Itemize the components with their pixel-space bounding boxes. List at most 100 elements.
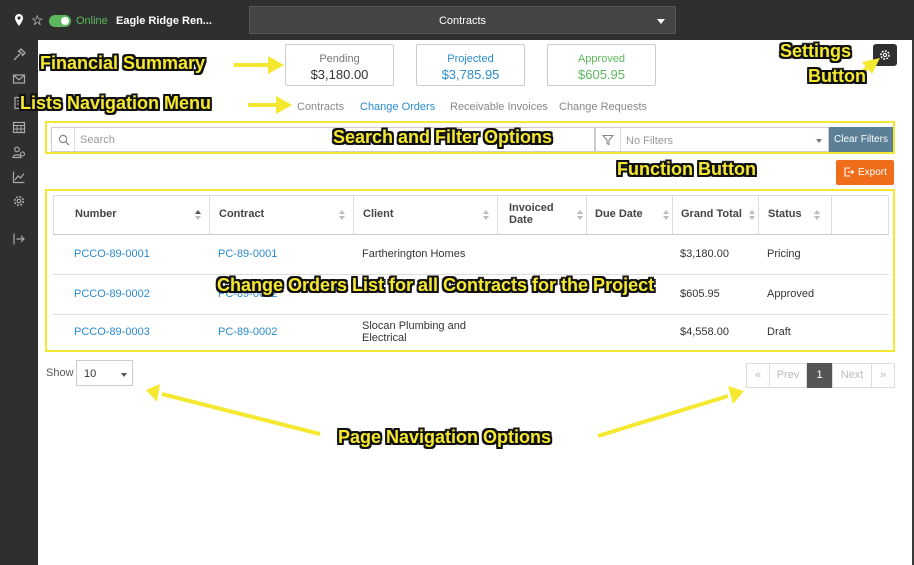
- header-divider: [497, 196, 498, 234]
- table-row[interactable]: PCCO-89-0001 PC-89-0001 Fartherington Ho…: [53, 235, 889, 275]
- next-page-button[interactable]: Next: [832, 363, 872, 388]
- page-1-button[interactable]: 1: [807, 363, 832, 388]
- annotation-settings-line2: Button: [808, 66, 866, 86]
- header-client[interactable]: Client: [363, 196, 499, 234]
- projected-card: Projected $3,785.95: [416, 44, 525, 86]
- hammer-icon[interactable]: [12, 48, 26, 62]
- pending-label: Pending: [319, 53, 360, 65]
- row-client: Fartherington Homes: [362, 248, 466, 260]
- sidebar: [0, 40, 38, 565]
- logout-icon[interactable]: [12, 232, 26, 246]
- tab-receivable-invoices[interactable]: Receivable Invoices: [450, 101, 548, 113]
- row-status: Approved: [767, 288, 815, 300]
- chevron-down-icon: [816, 139, 822, 143]
- tab-change-requests[interactable]: Change Requests: [559, 101, 647, 113]
- row-grand-total: $605.95: [680, 288, 720, 300]
- first-page-button[interactable]: «: [746, 363, 770, 388]
- row-number[interactable]: PCCO-89-0001: [74, 248, 150, 260]
- approved-value: $605.95: [578, 67, 625, 82]
- last-page-button[interactable]: »: [871, 363, 895, 388]
- annotation-function-button: Function Button: [617, 159, 756, 179]
- page-size-select[interactable]: 10: [76, 360, 133, 386]
- online-toggle[interactable]: [49, 15, 71, 27]
- sort-icon: [577, 210, 583, 220]
- annotation-page-nav: Page Navigation Options: [338, 427, 552, 447]
- header-label: Invoiced Date: [509, 202, 554, 226]
- header-grand-total[interactable]: Grand Total: [681, 196, 761, 234]
- filter-select[interactable]: No Filters: [595, 127, 829, 152]
- annotation-search-filter: Search and Filter Options: [333, 127, 553, 147]
- row-status: Draft: [767, 326, 791, 338]
- annotation-financial-summary: Financial Summary: [40, 53, 206, 73]
- sort-icon: [483, 210, 489, 220]
- table-header: Number Contract Client Invoiced Date Due…: [53, 195, 889, 235]
- row-number[interactable]: PCCO-89-0002: [74, 288, 150, 300]
- header-label: Grand Total: [681, 208, 742, 220]
- header-label: Status: [768, 208, 802, 220]
- header-divider: [758, 196, 759, 234]
- page-size-value: 10: [84, 368, 97, 380]
- sort-icon: [663, 210, 669, 220]
- row-grand-total: $3,180.00: [680, 248, 729, 260]
- row-number[interactable]: PCCO-89-0003: [74, 326, 150, 338]
- star-icon[interactable]: ☆: [31, 12, 44, 29]
- approved-card: Approved $605.95: [547, 44, 656, 86]
- filter-label: No Filters: [626, 135, 674, 147]
- settings-button[interactable]: [873, 44, 897, 66]
- row-contract[interactable]: PC-89-0001: [218, 248, 277, 260]
- annotation-lists-nav: Lists Navigation Menu: [20, 93, 212, 113]
- projected-label: Projected: [447, 53, 494, 65]
- users-icon[interactable]: [12, 145, 26, 159]
- header-number[interactable]: Number: [75, 196, 215, 234]
- sort-icon: [339, 210, 345, 220]
- projected-value: $3,785.95: [441, 67, 500, 82]
- prev-page-button[interactable]: Prev: [769, 363, 807, 388]
- header-due-date[interactable]: Due Date: [595, 196, 675, 234]
- project-name[interactable]: Eagle Ridge Ren...: [116, 15, 212, 27]
- header-divider: [586, 196, 587, 234]
- tab-change-orders[interactable]: Change Orders: [360, 101, 435, 113]
- pending-value: $3,180.00: [310, 67, 369, 82]
- header-invoiced-date[interactable]: Invoiced Date: [509, 196, 589, 234]
- line-chart-icon[interactable]: [12, 170, 26, 184]
- sort-icon: [749, 210, 755, 220]
- header-label: Client: [363, 208, 394, 220]
- header-contract[interactable]: Contract: [219, 196, 355, 234]
- header-label: Contract: [219, 208, 265, 220]
- row-grand-total: $4,558.00: [680, 326, 729, 338]
- search-icon: [58, 134, 70, 146]
- sort-icon: [814, 210, 820, 220]
- export-icon: [844, 167, 854, 177]
- filter-divider: [620, 128, 621, 151]
- annotation-change-orders-list: Change Orders List for all Contracts for…: [217, 275, 655, 295]
- section-select[interactable]: Contracts: [249, 6, 676, 34]
- calendar-icon[interactable]: [12, 120, 26, 134]
- annotation-settings-line1: Settings: [780, 41, 852, 61]
- header-label: Number: [75, 208, 117, 220]
- show-label: Show: [46, 367, 74, 379]
- export-label: Export: [858, 167, 887, 178]
- header-divider: [353, 196, 354, 234]
- sort-icon: [195, 210, 201, 220]
- header-status[interactable]: Status: [768, 196, 828, 234]
- search-divider: [74, 128, 75, 151]
- export-button[interactable]: Export: [836, 160, 894, 185]
- top-bar: ☆ Online Eagle Ridge Ren... Contracts: [0, 0, 914, 40]
- row-client: Slocan Plumbing and Electrical: [362, 320, 466, 344]
- envelope-icon[interactable]: [12, 72, 26, 86]
- location-pin-icon[interactable]: [12, 13, 26, 27]
- online-status: Online: [76, 15, 108, 27]
- table-row[interactable]: PCCO-89-0003 PC-89-0002 Slocan Plumbing …: [53, 315, 889, 351]
- gear-icon: [880, 50, 890, 60]
- row-contract[interactable]: PC-89-0002: [218, 326, 277, 338]
- row-status: Pricing: [767, 248, 801, 260]
- clear-filters-button[interactable]: Clear Filters: [829, 127, 893, 152]
- chevron-down-icon: [121, 373, 127, 377]
- section-select-label: Contracts: [438, 15, 487, 27]
- change-orders-table: Number Contract Client Invoiced Date Due…: [45, 189, 895, 352]
- tab-contracts[interactable]: Contracts: [297, 101, 344, 113]
- gear-icon[interactable]: [12, 194, 26, 208]
- pending-card: Pending $3,180.00: [285, 44, 394, 86]
- header-divider: [672, 196, 673, 234]
- header-divider: [209, 196, 210, 234]
